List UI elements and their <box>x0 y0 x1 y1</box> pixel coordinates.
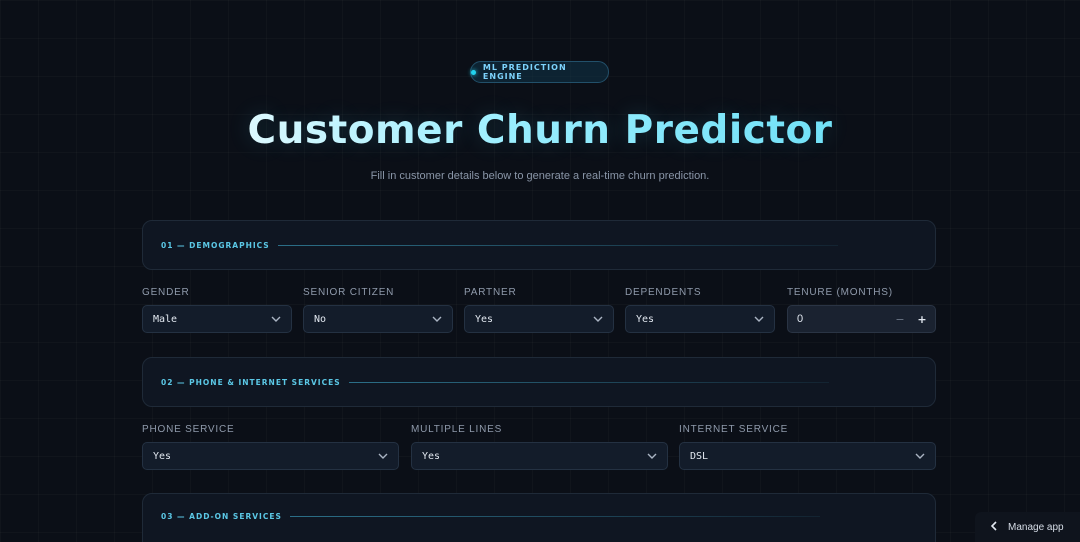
multiple-lines-value: Yes <box>422 450 441 462</box>
chevron-down-icon <box>593 316 603 322</box>
tenure-value[interactable]: 0 <box>797 313 889 325</box>
partner-select[interactable]: Yes <box>464 305 614 333</box>
increment-button[interactable]: + <box>911 306 933 332</box>
senior-citizen-label: SENIOR CITIZEN <box>303 287 395 298</box>
phone-service-value: Yes <box>153 450 172 462</box>
internet-service-value: DSL <box>690 450 709 462</box>
section-divider <box>277 244 838 246</box>
senior-citizen-value: No <box>314 313 327 325</box>
gender-select[interactable]: Male <box>142 305 292 333</box>
partner-value: Yes <box>475 313 494 325</box>
internet-service-label: INTERNET SERVICE <box>679 424 789 435</box>
section-demographics-header: 01 — DEMOGRAPHICS <box>142 220 936 270</box>
badge-label: ML PREDICTION ENGINE <box>482 63 567 81</box>
chevron-down-icon <box>915 453 925 459</box>
partner-label: PARTNER <box>464 287 517 298</box>
decrement-button[interactable]: − <box>889 306 911 332</box>
multiple-lines-label: MULTIPLE LINES <box>411 424 503 435</box>
page-title: Customer Churn Predictor <box>0 106 1080 156</box>
manage-app-label: Manage app <box>1008 521 1064 533</box>
gender-label: GENDER <box>142 287 190 298</box>
section-add-on-header: 03 — ADD-ON SERVICES <box>142 493 936 542</box>
manage-app-button[interactable]: Manage app <box>975 512 1080 542</box>
tenure-label: TENURE (MONTHS) <box>787 287 893 298</box>
section-label: 01 — DEMOGRAPHICS <box>161 240 270 250</box>
status-dot-icon <box>471 69 476 75</box>
section-label: 03 — ADD-ON SERVICES <box>161 512 282 521</box>
chevron-left-icon <box>990 520 997 534</box>
section-label: 02 — PHONE & INTERNET SERVICES <box>161 377 341 387</box>
chevron-down-icon <box>271 316 281 322</box>
senior-citizen-select[interactable]: No <box>303 305 453 333</box>
multiple-lines-select[interactable]: Yes <box>411 442 668 470</box>
tenure-number-input[interactable]: 0 − + <box>787 305 936 333</box>
dependents-label: DEPENDENTS <box>625 287 702 298</box>
section-phone-internet-header: 02 — PHONE & INTERNET SERVICES <box>142 357 936 407</box>
section-divider <box>348 381 829 383</box>
dependents-value: Yes <box>636 313 655 325</box>
section-divider <box>289 516 820 517</box>
chevron-down-icon <box>647 453 657 459</box>
phone-service-label: PHONE SERVICE <box>142 424 235 435</box>
dependents-select[interactable]: Yes <box>625 305 775 333</box>
chevron-down-icon <box>754 316 764 322</box>
app-page: ML PREDICTION ENGINE Customer Churn Pred… <box>0 0 1080 542</box>
gender-value: Male <box>153 313 178 325</box>
chevron-down-icon <box>378 453 388 459</box>
phone-service-select[interactable]: Yes <box>142 442 399 470</box>
chevron-down-icon <box>432 316 442 322</box>
prediction-engine-badge: ML PREDICTION ENGINE <box>470 61 609 83</box>
page-subtitle: Fill in customer details below to genera… <box>370 170 710 182</box>
internet-service-select[interactable]: DSL <box>679 442 936 470</box>
